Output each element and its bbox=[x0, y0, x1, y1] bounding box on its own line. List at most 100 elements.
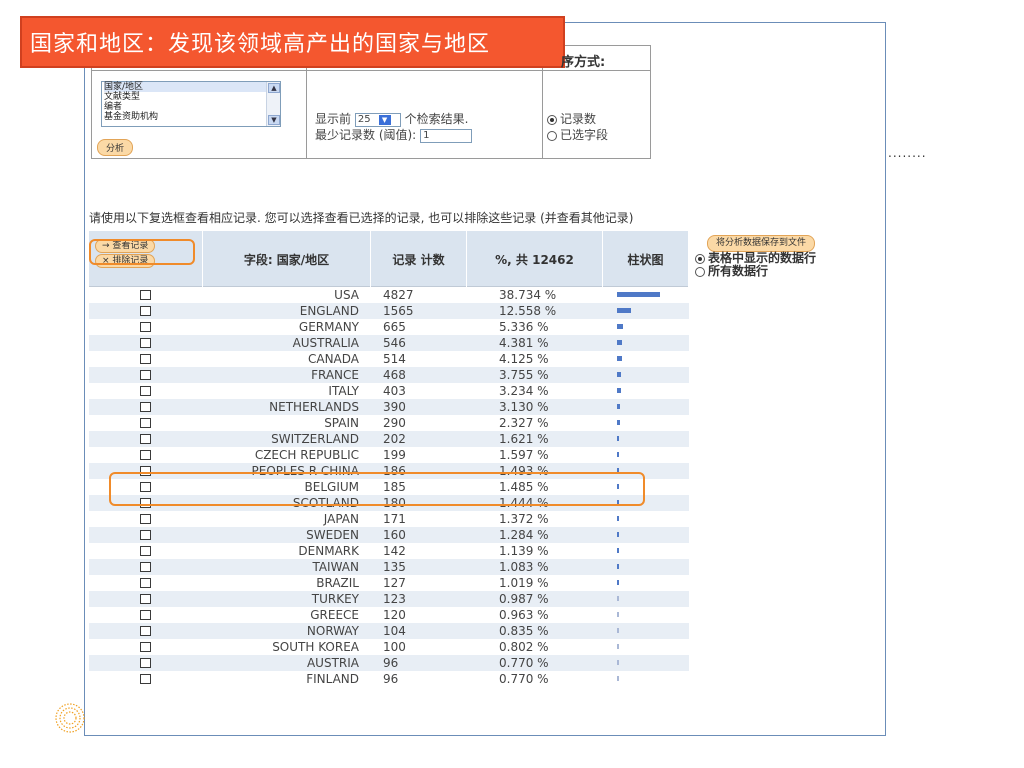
bar-mark bbox=[617, 404, 620, 409]
scroll-up-icon[interactable]: ▲ bbox=[268, 83, 280, 93]
table-row: AUSTRIA 96 0.770 % bbox=[89, 655, 689, 671]
field-option[interactable]: 编者 bbox=[104, 102, 280, 112]
pct-cell: 0.770 % bbox=[499, 656, 549, 670]
analyze-button[interactable]: 分析 bbox=[97, 139, 134, 156]
table-row: SPAIN 290 2.327 % bbox=[89, 415, 689, 431]
count-cell: 120 bbox=[383, 608, 406, 622]
table-row: JAPAN 171 1.372 % bbox=[89, 511, 689, 527]
bar-mark bbox=[617, 420, 620, 425]
count-cell: 202 bbox=[383, 432, 406, 446]
bar-mark bbox=[617, 660, 619, 665]
bar-mark bbox=[617, 452, 619, 457]
col-bar-header: 柱状图 bbox=[603, 231, 689, 287]
row-checkbox[interactable] bbox=[140, 594, 151, 604]
col-field-header: 字段: 国家/地区 bbox=[203, 231, 371, 287]
pct-cell: 0.770 % bbox=[499, 672, 549, 686]
table-row: BRAZIL 127 1.019 % bbox=[89, 575, 689, 591]
bar-mark bbox=[617, 596, 619, 601]
country-cell: AUSTRALIA bbox=[292, 336, 359, 350]
table-row: NETHERLANDS 390 3.130 % bbox=[89, 399, 689, 415]
row-checkbox[interactable] bbox=[140, 370, 151, 380]
min-records-label: 最少记录数 (阈值): bbox=[315, 128, 417, 142]
bar-mark bbox=[617, 612, 619, 617]
listbox-scrollbar[interactable]: ▲ ▼ bbox=[266, 82, 280, 126]
pct-cell: 4.125 % bbox=[499, 352, 549, 366]
field-option[interactable]: 文献类型 bbox=[104, 92, 280, 102]
field-option[interactable]: 国家/地区 bbox=[104, 82, 280, 92]
row-checkbox[interactable] bbox=[140, 546, 151, 556]
pct-cell: 3.755 % bbox=[499, 368, 549, 382]
scroll-down-icon[interactable]: ▼ bbox=[268, 115, 280, 125]
table-row: CZECH REPUBLIC 199 1.597 % bbox=[89, 447, 689, 463]
table-row: DENMARK 142 1.139 % bbox=[89, 543, 689, 559]
show-top-select[interactable]: 25 ▼ bbox=[354, 112, 401, 127]
bar-mark bbox=[617, 580, 619, 585]
pct-cell: 1.372 % bbox=[499, 512, 549, 526]
country-cell: NETHERLANDS bbox=[269, 400, 359, 414]
row-checkbox[interactable] bbox=[140, 658, 151, 668]
row-checkbox[interactable] bbox=[140, 306, 151, 316]
sort-field-radio[interactable] bbox=[547, 130, 557, 141]
row-checkbox[interactable] bbox=[140, 514, 151, 524]
row-checkbox[interactable] bbox=[140, 402, 151, 412]
pct-cell: 1.139 % bbox=[499, 544, 549, 558]
country-cell: FINLAND bbox=[306, 672, 359, 686]
row-checkbox[interactable] bbox=[140, 674, 151, 684]
pct-cell: 2.327 % bbox=[499, 416, 549, 430]
bar-mark bbox=[617, 644, 619, 649]
count-cell: 290 bbox=[383, 416, 406, 430]
country-cell: SWITZERLAND bbox=[271, 432, 359, 446]
table-row: FINLAND 96 0.770 % bbox=[89, 671, 689, 687]
row-checkbox[interactable] bbox=[140, 322, 151, 332]
view-records-highlight bbox=[89, 239, 195, 265]
instruction-text: 请使用以下复选框查看相应记录. 您可以选择查看已选择的记录, 也可以排除这些记录… bbox=[89, 211, 634, 225]
country-cell: USA bbox=[334, 288, 359, 302]
bar-mark bbox=[617, 436, 619, 441]
row-checkbox[interactable] bbox=[140, 626, 151, 636]
bar-mark bbox=[617, 564, 619, 569]
row-checkbox[interactable] bbox=[140, 418, 151, 428]
bar-mark bbox=[617, 308, 631, 313]
row-checkbox[interactable] bbox=[140, 354, 151, 364]
count-cell: 100 bbox=[383, 640, 406, 654]
count-cell: 468 bbox=[383, 368, 406, 382]
count-cell: 127 bbox=[383, 576, 406, 590]
bar-mark bbox=[617, 340, 622, 345]
field-listbox[interactable]: 国家/地区 文献类型 编者 基金资助机构 ▲ ▼ bbox=[101, 81, 281, 127]
count-cell: 160 bbox=[383, 528, 406, 542]
country-cell: BRAZIL bbox=[316, 576, 359, 590]
pct-cell: 1.284 % bbox=[499, 528, 549, 542]
china-row-highlight bbox=[109, 472, 645, 506]
count-cell: 546 bbox=[383, 336, 406, 350]
row-checkbox[interactable] bbox=[140, 386, 151, 396]
bar-mark bbox=[617, 372, 621, 377]
country-cell: SPAIN bbox=[324, 416, 359, 430]
pct-cell: 38.734 % bbox=[499, 288, 557, 302]
save-data-button[interactable]: 将分析数据保存到文件 bbox=[707, 235, 816, 252]
country-cell: SOUTH KOREA bbox=[272, 640, 359, 654]
save-all-radio[interactable] bbox=[695, 266, 705, 277]
bar-mark bbox=[617, 628, 619, 633]
table-row: SOUTH KOREA 100 0.802 % bbox=[89, 639, 689, 655]
save-table-label: 表格中显示的数据行 bbox=[708, 251, 817, 265]
row-checkbox[interactable] bbox=[140, 642, 151, 652]
pct-cell: 0.802 % bbox=[499, 640, 549, 654]
row-checkbox[interactable] bbox=[140, 338, 151, 348]
row-checkbox[interactable] bbox=[140, 530, 151, 540]
row-checkbox[interactable] bbox=[140, 578, 151, 588]
chevron-down-icon[interactable]: ▼ bbox=[378, 114, 391, 125]
row-checkbox[interactable] bbox=[140, 290, 151, 300]
save-table-radio[interactable] bbox=[695, 253, 705, 264]
min-records-input[interactable]: 1 bbox=[420, 128, 473, 143]
country-cell: GERMANY bbox=[298, 320, 359, 334]
field-option[interactable]: 基金资助机构 bbox=[104, 112, 280, 122]
display-options: 显示前 25 ▼ 个检索结果. 最少记录数 (阈值): 1 bbox=[315, 111, 473, 143]
sort-records-radio[interactable] bbox=[547, 114, 557, 125]
row-checkbox[interactable] bbox=[140, 610, 151, 620]
count-cell: 403 bbox=[383, 384, 406, 398]
table-row: ITALY 403 3.234 % bbox=[89, 383, 689, 399]
row-checkbox[interactable] bbox=[140, 434, 151, 444]
row-checkbox[interactable] bbox=[140, 562, 151, 572]
row-checkbox[interactable] bbox=[140, 450, 151, 460]
country-cell: FRANCE bbox=[311, 368, 359, 382]
